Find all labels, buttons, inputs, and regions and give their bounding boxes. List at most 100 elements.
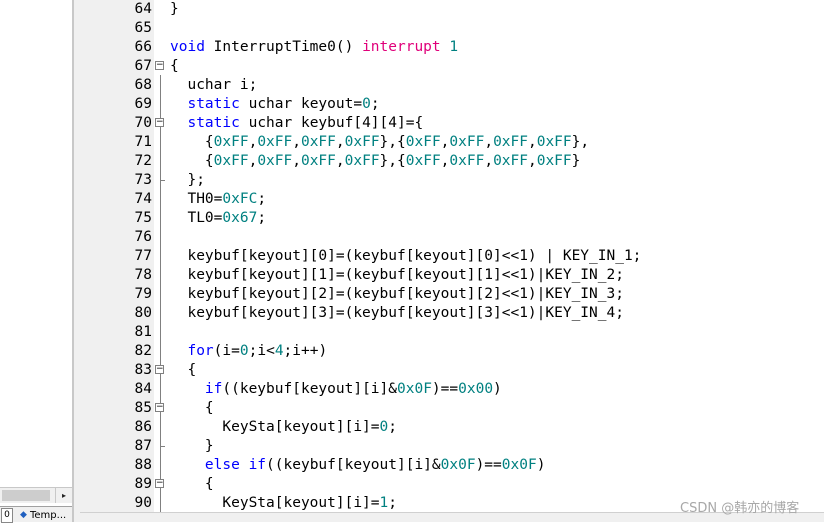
number-token: 0xFF <box>257 134 293 150</box>
line-number: 76 <box>134 229 152 245</box>
number-token: 0xFF <box>493 134 528 150</box>
code-line[interactable]: 81 <box>80 323 824 342</box>
code-line[interactable]: 72 {0xFF,0xFF,0xFF,0xFF},{0xFF,0xFF,0xFF… <box>80 152 824 171</box>
text-token: , <box>248 153 258 169</box>
line-number: 66 <box>134 39 152 55</box>
text-token: }, <box>571 134 590 150</box>
line-number: 78 <box>134 267 152 283</box>
number-token: 1 <box>379 495 389 511</box>
fold-collapse-icon[interactable]: − <box>155 61 164 70</box>
text-token: uchar keybuf[4][4]={ <box>239 115 424 131</box>
code-line[interactable]: 78 keybuf[keyout][1]=(keybuf[keyout][1]<… <box>80 266 824 285</box>
line-number: 90 <box>134 495 152 511</box>
code-line[interactable]: 67−{ <box>80 57 824 76</box>
text-token: { <box>170 400 214 416</box>
text-token: ) <box>493 381 502 397</box>
text-token: keybuf[keyout][3]=(keybuf[keyout][3]<<1)… <box>170 305 624 321</box>
code-line[interactable]: 73 }; <box>80 171 824 190</box>
keyword-token: if <box>204 381 223 397</box>
project-panel-hscrollbar[interactable]: ▸ <box>0 487 72 503</box>
code-text: TL0=0x67; <box>170 209 266 228</box>
text-token: }; <box>170 172 205 188</box>
code-text: static uchar keybuf[4][4]={ <box>170 114 423 133</box>
code-text: keybuf[keyout][0]=(keybuf[keyout][0]<<1)… <box>170 247 641 266</box>
line-number: 81 <box>134 324 152 340</box>
code-line[interactable]: 68 uchar i; <box>80 76 824 95</box>
code-line[interactable]: 71 {0xFF,0xFF,0xFF,0xFF},{0xFF,0xFF,0xFF… <box>80 133 824 152</box>
code-line[interactable]: 69 static uchar keyout=0; <box>80 95 824 114</box>
line-number: 69 <box>134 96 152 112</box>
fold-collapse-icon[interactable]: − <box>155 365 164 374</box>
code-line[interactable]: 66 void InterruptTime0() interrupt 1 <box>80 38 824 57</box>
line-number: 88 <box>134 457 152 473</box>
code-line[interactable]: 79 keybuf[keyout][2]=(keybuf[keyout][2]<… <box>80 285 824 304</box>
text-token: } <box>170 438 214 454</box>
code-line[interactable]: 85− { <box>80 399 824 418</box>
scroll-right-arrow-icon[interactable]: ▸ <box>55 488 72 503</box>
text-token: { <box>170 134 214 150</box>
text-token: )== <box>475 457 502 473</box>
text-token: , <box>527 134 537 150</box>
text-token: { <box>170 362 197 378</box>
fold-collapse-icon[interactable]: − <box>155 118 164 127</box>
code-line[interactable]: 74 TH0=0xFC; <box>80 190 824 209</box>
code-text: KeySta[keyout][i]=0; <box>170 418 397 437</box>
text-token: ; <box>257 210 267 226</box>
code-line[interactable]: 84 if((keybuf[keyout][i]&0x0F)==0x00) <box>80 380 824 399</box>
code-line[interactable]: 70− static uchar keybuf[4][4]={ <box>80 114 824 133</box>
number-token: 0xFF <box>344 153 380 169</box>
code-line[interactable]: 80 keybuf[keyout][3]=(keybuf[keyout][3]<… <box>80 304 824 323</box>
code-text: {0xFF,0xFF,0xFF,0xFF},{0xFF,0xFF,0xFF,0x… <box>170 133 589 152</box>
text-token: keybuf[keyout][0]=(keybuf[keyout][0]<<1)… <box>170 248 642 264</box>
code-text: {0xFF,0xFF,0xFF,0xFF},{0xFF,0xFF,0xFF,0x… <box>170 152 580 171</box>
number-token: 1 <box>449 39 459 55</box>
line-number: 73 <box>134 172 152 188</box>
code-line[interactable]: 75 TL0=0x67; <box>80 209 824 228</box>
code-line[interactable]: 88 else if((keybuf[keyout][i]&0x0F)==0x0… <box>80 456 824 475</box>
text-token: ((keybuf[keyout][i]& <box>266 457 441 473</box>
number-token: 0x0F <box>440 457 476 473</box>
scrollbar-thumb[interactable] <box>2 490 50 501</box>
code-line[interactable]: 86 KeySta[keyout][i]=0; <box>80 418 824 437</box>
fold-collapse-icon[interactable]: − <box>155 403 164 412</box>
project-panel-tabs: 0 ◆ Temp... <box>0 506 72 523</box>
text-token: },{ <box>379 153 406 169</box>
text-token: uchar keyout= <box>239 96 363 112</box>
text-token: ; <box>257 191 267 207</box>
text-token: ;i++) <box>283 343 328 359</box>
text-token: { <box>170 476 214 492</box>
text-token: keybuf[keyout][2]=(keybuf[keyout][2]<<1)… <box>170 286 624 302</box>
code-line[interactable]: 87 } <box>80 437 824 456</box>
line-number: 86 <box>134 419 152 435</box>
code-line[interactable]: 77 keybuf[keyout][0]=(keybuf[keyout][0]<… <box>80 247 824 266</box>
code-text: void InterruptTime0() interrupt 1 <box>170 38 458 57</box>
tab-books[interactable]: 0 <box>1 508 13 523</box>
keyword-token: interrupt <box>362 39 441 55</box>
text-token: TH0= <box>170 191 223 207</box>
text-token: , <box>484 134 494 150</box>
number-token: 0x0F <box>501 457 537 473</box>
code-line[interactable]: 83− { <box>80 361 824 380</box>
code-line[interactable]: 64} <box>80 0 824 19</box>
code-line[interactable]: 82 for(i=0;i<4;i++) <box>80 342 824 361</box>
number-token: 0xFF <box>405 134 441 150</box>
text-token: InterruptTime0() <box>204 39 363 55</box>
line-number: 71 <box>134 134 152 150</box>
number-token: 0x00 <box>458 381 494 397</box>
code-line[interactable]: 76 <box>80 228 824 247</box>
fold-end-marker <box>160 446 165 447</box>
line-number: 65 <box>134 20 152 36</box>
fold-collapse-icon[interactable]: − <box>155 479 164 488</box>
keyword-token: for <box>187 343 214 359</box>
code-line[interactable]: 89− { <box>80 475 824 494</box>
keyword-token: else <box>204 457 240 473</box>
line-number: 89 <box>134 476 152 492</box>
line-number: 74 <box>134 191 152 207</box>
tab-templates[interactable]: Temp... <box>30 510 66 521</box>
code-text: else if((keybuf[keyout][i]&0x0F)==0x0F) <box>170 456 546 475</box>
line-number: 64 <box>134 1 152 17</box>
code-line[interactable]: 65 <box>80 19 824 38</box>
code-text: { <box>170 57 179 76</box>
text-token: , <box>335 153 345 169</box>
